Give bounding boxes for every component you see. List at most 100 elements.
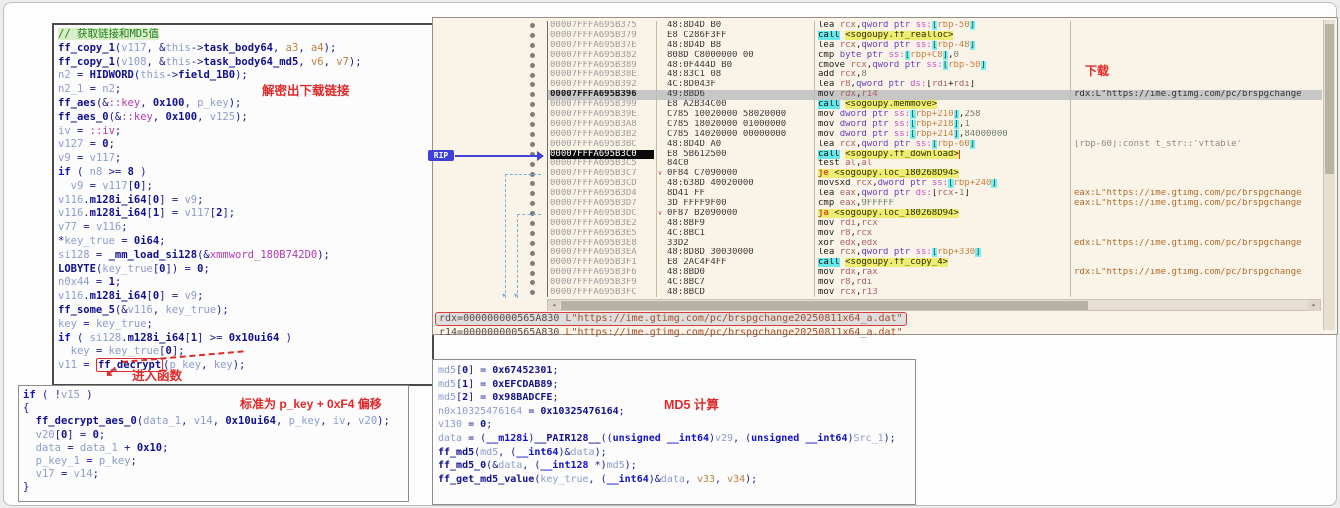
disasm-row[interactable]: 00007FFFA695B3C0E8 5B612500call <sogoupy…: [548, 150, 1322, 160]
disasm-row[interactable]: 00007FFFA695B3FC48:8BCDmov rcx,r13: [548, 288, 1322, 297]
code-line[interactable]: ff_decrypt_aes_0(data_1, v14, 0x10ui64, …: [23, 415, 408, 428]
breakpoint-dot[interactable]: [530, 142, 535, 147]
code-line[interactable]: n0x44 = 1;: [58, 276, 432, 290]
code-line[interactable]: p_key_1 = p_key;: [23, 455, 408, 468]
code-line[interactable]: *key_true = 0i64;: [58, 235, 432, 249]
disasm-row[interactable]: 00007FFFA695B3E833D2xor edx,edxedx:L"htt…: [548, 239, 1322, 249]
code-line[interactable]: if ( si128.m128i_i64[1] >= 0x10ui64 ): [58, 332, 432, 346]
disasm-row[interactable]: 00007FFFA695B3C584C0test al,al: [548, 159, 1322, 169]
scroll-left-button[interactable]: ◂: [548, 300, 560, 311]
code-line[interactable]: n2_1 = n2;: [58, 83, 432, 97]
code-line[interactable]: ff_copy_1(v117, &this->task_body64, a3, …: [58, 42, 432, 56]
code-line[interactable]: v20[0] = 0;: [23, 429, 408, 442]
disasm-row[interactable]: 00007FFFA695B3F1E8 2AC4F4FFcall <sogoupy…: [548, 258, 1322, 268]
disasm-row[interactable]: 00007FFFA695B38948:0F444D B0cmove rcx,qw…: [548, 61, 1322, 71]
code-line[interactable]: v77 = v116;: [58, 221, 432, 235]
disasm-row[interactable]: 00007FFFA695B37E48:8D4D B8lea rcx,qword …: [548, 41, 1322, 51]
code-line[interactable]: // 获取链接和MD5值: [58, 28, 432, 42]
code-line[interactable]: v127 = 0;: [58, 138, 432, 152]
breakpoint-dot[interactable]: [530, 201, 535, 206]
code-line[interactable]: ff_copy_1(v108, &this->task_body64_md5, …: [58, 56, 432, 70]
breakpoint-dot[interactable]: [530, 23, 535, 28]
breakpoint-dot[interactable]: [530, 92, 535, 97]
breakpoint-dot[interactable]: [530, 63, 535, 68]
code-token: , &: [147, 42, 166, 54]
disasm-row[interactable]: 00007FFFA695B3CD48:638D 40020000movsxd r…: [548, 179, 1322, 189]
disasm-row[interactable]: 00007FFFA695B38E48:83C1 08add rcx,8: [548, 70, 1322, 80]
code-line[interactable]: key = key_true[0];: [58, 345, 432, 359]
disasm-row[interactable]: 00007FFFA695B37548:8D4D B0lea rcx,qword …: [548, 21, 1322, 31]
breakpoint-dot[interactable]: [530, 221, 535, 226]
disasm-row[interactable]: 00007FFFA695B3BC48:8D4D A0lea rcx,qword …: [548, 140, 1322, 150]
code-line[interactable]: md5[0] = 0x67452301;: [438, 364, 915, 378]
code-line[interactable]: ff_some_5(&v116, key_true);: [58, 304, 432, 318]
disasm-row[interactable]: 00007FFFA695B3A8C785 18020000 01000000mo…: [548, 120, 1322, 130]
code-line[interactable]: data = data_1 + 0x10;: [23, 442, 408, 455]
code-line[interactable]: v9 = v117[0];: [58, 180, 432, 194]
breakpoint-dot[interactable]: [530, 231, 535, 236]
breakpoint-dot[interactable]: [530, 43, 535, 48]
code-line[interactable]: v116.m128i_i64[0] = v9;: [58, 194, 432, 208]
breakpoint-dot[interactable]: [530, 280, 535, 285]
code-line[interactable]: ff_aes(&::key, 0x100, p_key);: [58, 97, 432, 111]
breakpoint-dot[interactable]: [530, 122, 535, 127]
code-line[interactable]: iv = ::iv;: [58, 125, 432, 139]
breakpoint-dot[interactable]: [530, 132, 535, 137]
code-line[interactable]: n2 = HIDWORD(this->field_1B0);: [58, 69, 432, 83]
disasm-row[interactable]: 00007FFFA695B3E248:8BF9mov rdi,rcx: [548, 219, 1322, 229]
horizontal-scrollbar[interactable]: ◂ ▸: [547, 299, 1321, 311]
code-line[interactable]: ff_md5(md5, (__int64)&data);: [438, 446, 915, 460]
code-line[interactable]: ff_get_md5_value(key_true, (__int64)&dat…: [438, 473, 915, 487]
disasm-row[interactable]: 00007FFFA695B39EC785 10020000 58020000mo…: [548, 110, 1322, 120]
disasm-row[interactable]: 00007FFFA695B39649:8BD6mov rdx,r14rdx:L"…: [548, 90, 1322, 100]
code-line[interactable]: v17 = v14;: [23, 468, 408, 481]
breakpoint-dot[interactable]: [530, 251, 535, 256]
code-line[interactable]: if ( n8 >= 8 ): [58, 166, 432, 180]
breakpoint-dot[interactable]: [530, 181, 535, 186]
code-line[interactable]: ff_md5_0(&data, (__int128 *)md5);: [438, 459, 915, 473]
breakpoint-dot[interactable]: [530, 102, 535, 107]
code-line[interactable]: md5[1] = 0xEFCDAB89;: [438, 378, 915, 392]
code-line[interactable]: ff_aes_0(&::key, 0x100, v125);: [58, 111, 432, 125]
code-line[interactable]: v9 = v117;: [58, 152, 432, 166]
code-line[interactable]: si128 = _mm_load_si128(&xmmword_180B742D…: [58, 249, 432, 263]
code-line[interactable]: LOBYTE(key_true[0]) = 0;: [58, 263, 432, 277]
code-token: v116: [58, 194, 83, 206]
disasm-row[interactable]: 00007FFFA695B3DC∨0F87 B2090000ja <sogoup…: [548, 209, 1322, 219]
code-line[interactable]: v116.m128i_i64[1] = v117[2];: [58, 207, 432, 221]
disasm-row[interactable]: 00007FFFA695B3D48D41 FFlea eax,qword ptr…: [548, 189, 1322, 199]
breakpoint-dot[interactable]: [530, 73, 535, 78]
disasm-row[interactable]: 00007FFFA695B3F94C:8BC7mov r8,rdi: [548, 278, 1322, 288]
disasm-row[interactable]: 00007FFFA695B399E8 A2B34C00call <sogoupy…: [548, 100, 1322, 110]
code-line[interactable]: }: [23, 481, 408, 494]
comment-cell: rdx:L"https://ime.gtimg.com/pc/brspgchan…: [1074, 268, 1320, 278]
disasm-row[interactable]: 00007FFFA695B3D73D FFFF9F00cmp eax,9FFFF…: [548, 199, 1322, 209]
code-line[interactable]: v116.m128i_i64[0] = v9;: [58, 290, 432, 304]
vertical-scrollbar[interactable]: [1323, 20, 1335, 330]
disasm-row[interactable]: 00007FFFA695B379E8 C286F3FFcall <sogoupy…: [548, 31, 1322, 41]
disasm-row[interactable]: 00007FFFA695B3F648:8BD0mov rdx,raxrdx:L"…: [548, 268, 1322, 278]
scrollbar-thumb[interactable]: [1325, 24, 1334, 174]
breakpoint-dot[interactable]: [530, 241, 535, 246]
disasm-row[interactable]: 00007FFFA695B3924C:8D043Flea r8,qword pt…: [548, 80, 1322, 90]
code-token: ,: [715, 474, 727, 485]
code-line[interactable]: v130 = 0;: [438, 418, 915, 432]
code-line[interactable]: key = key_true;: [58, 318, 432, 332]
code-line[interactable]: data = (__m128i)__PAIR128__((unsigned __…: [438, 432, 915, 446]
breakpoint-dot[interactable]: [530, 53, 535, 58]
disasm-row[interactable]: 00007FFFA695B382808D C8000000 00cmp byte…: [548, 51, 1322, 61]
breakpoint-dot[interactable]: [530, 82, 535, 87]
breakpoint-dot[interactable]: [530, 290, 535, 295]
breakpoint-dot[interactable]: [530, 112, 535, 117]
breakpoint-dot[interactable]: [530, 271, 535, 276]
breakpoint-dot[interactable]: [530, 33, 535, 38]
disasm-row[interactable]: 00007FFFA695B3C7∨0F84 C7090000je <sogoup…: [548, 169, 1322, 179]
scrollbar-thumb[interactable]: [561, 301, 1088, 310]
breakpoint-dot[interactable]: [530, 261, 535, 266]
scroll-right-button[interactable]: ▸: [1308, 300, 1320, 311]
breakpoint-dot[interactable]: [530, 191, 535, 196]
disasm-row[interactable]: 00007FFFA695B3E54C:8BC1mov r8,rcx: [548, 229, 1322, 239]
disasm-row[interactable]: 00007FFFA695B3EA48:8D8D 30030000lea rcx,…: [548, 248, 1322, 258]
breakpoint-dot[interactable]: [530, 162, 535, 167]
disasm-row[interactable]: 00007FFFA695B3B2C785 14020000 00000000mo…: [548, 130, 1322, 140]
